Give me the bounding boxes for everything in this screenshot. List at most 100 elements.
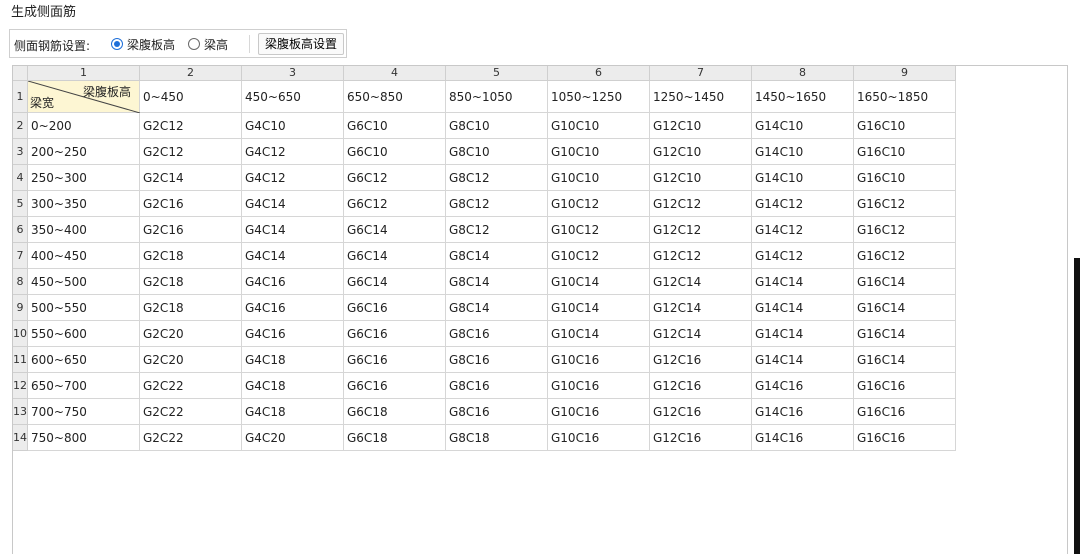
rebar-spec-cell[interactable]: G12C12 (650, 217, 752, 243)
row-header[interactable]: 3 (13, 139, 28, 165)
column-header[interactable]: 4 (344, 66, 446, 81)
height-range-cell[interactable]: 1650~1850 (854, 81, 956, 113)
row-header[interactable]: 2 (13, 113, 28, 139)
row-header[interactable]: 8 (13, 269, 28, 295)
rebar-spec-cell[interactable]: G2C22 (140, 373, 242, 399)
rebar-spec-cell[interactable]: G16C10 (854, 165, 956, 191)
rebar-spec-cell[interactable]: G4C18 (242, 399, 344, 425)
rebar-spec-cell[interactable]: G4C14 (242, 217, 344, 243)
column-header[interactable]: 5 (446, 66, 548, 81)
rebar-spec-cell[interactable]: G4C14 (242, 243, 344, 269)
rebar-spec-cell[interactable]: G4C16 (242, 269, 344, 295)
row-header[interactable]: 6 (13, 217, 28, 243)
rebar-spec-cell[interactable]: G10C12 (548, 243, 650, 269)
row-header[interactable]: 7 (13, 243, 28, 269)
rebar-spec-cell[interactable]: G8C12 (446, 191, 548, 217)
beam-width-cell[interactable]: 550~600 (28, 321, 140, 347)
rebar-spec-cell[interactable]: G10C16 (548, 425, 650, 451)
rebar-spec-cell[interactable]: G8C14 (446, 295, 548, 321)
row-header[interactable]: 4 (13, 165, 28, 191)
rebar-spec-cell[interactable]: G6C18 (344, 425, 446, 451)
beam-width-cell[interactable]: 300~350 (28, 191, 140, 217)
rebar-spec-cell[interactable]: G12C16 (650, 399, 752, 425)
row-header[interactable]: 10 (13, 321, 28, 347)
rebar-spec-cell[interactable]: G10C12 (548, 191, 650, 217)
rebar-spec-cell[interactable]: G14C12 (752, 217, 854, 243)
row-header[interactable]: 12 (13, 373, 28, 399)
web-height-settings-button[interactable]: 梁腹板高设置 (258, 33, 344, 55)
height-range-cell[interactable]: 1250~1450 (650, 81, 752, 113)
rebar-spec-cell[interactable]: G16C12 (854, 243, 956, 269)
rebar-spec-cell[interactable]: G8C12 (446, 217, 548, 243)
rebar-spec-cell[interactable]: G12C16 (650, 425, 752, 451)
rebar-spec-cell[interactable]: G2C18 (140, 295, 242, 321)
rebar-spec-cell[interactable]: G12C10 (650, 113, 752, 139)
row-header[interactable]: 13 (13, 399, 28, 425)
rebar-spec-cell[interactable]: G6C14 (344, 243, 446, 269)
row-header[interactable]: 14 (13, 425, 28, 451)
beam-width-cell[interactable]: 250~300 (28, 165, 140, 191)
rebar-spec-cell[interactable]: G12C16 (650, 347, 752, 373)
row-header[interactable]: 5 (13, 191, 28, 217)
rebar-spec-cell[interactable]: G8C18 (446, 425, 548, 451)
row-header[interactable]: 1 (13, 81, 28, 113)
beam-width-cell[interactable]: 750~800 (28, 425, 140, 451)
row-header[interactable]: 9 (13, 295, 28, 321)
rebar-spec-cell[interactable]: G10C12 (548, 217, 650, 243)
rebar-spec-cell[interactable]: G8C16 (446, 373, 548, 399)
column-header[interactable]: 7 (650, 66, 752, 81)
rebar-spec-cell[interactable]: G2C18 (140, 243, 242, 269)
rebar-spec-cell[interactable]: G2C14 (140, 165, 242, 191)
rebar-spec-cell[interactable]: G2C20 (140, 347, 242, 373)
rebar-spec-cell[interactable]: G4C18 (242, 373, 344, 399)
rebar-spec-cell[interactable]: G16C12 (854, 191, 956, 217)
rebar-spec-cell[interactable]: G2C12 (140, 139, 242, 165)
rebar-spec-cell[interactable]: G14C14 (752, 321, 854, 347)
row-header[interactable]: 11 (13, 347, 28, 373)
rebar-spec-cell[interactable]: G10C10 (548, 165, 650, 191)
rebar-spec-cell[interactable]: G2C22 (140, 399, 242, 425)
rebar-spec-cell[interactable]: G10C14 (548, 321, 650, 347)
rebar-spec-cell[interactable]: G8C10 (446, 113, 548, 139)
rebar-spec-cell[interactable]: G6C16 (344, 321, 446, 347)
rebar-spec-cell[interactable]: G14C10 (752, 165, 854, 191)
column-header[interactable]: 3 (242, 66, 344, 81)
rebar-spec-cell[interactable]: G2C12 (140, 113, 242, 139)
rebar-spec-cell[interactable]: G14C16 (752, 425, 854, 451)
rebar-spec-cell[interactable]: G2C16 (140, 191, 242, 217)
rebar-spec-cell[interactable]: G4C14 (242, 191, 344, 217)
rebar-spec-cell[interactable]: G16C14 (854, 295, 956, 321)
column-header[interactable]: 2 (140, 66, 242, 81)
height-range-cell[interactable]: 1450~1650 (752, 81, 854, 113)
rebar-spec-cell[interactable]: G4C10 (242, 113, 344, 139)
beam-width-cell[interactable]: 650~700 (28, 373, 140, 399)
rebar-spec-cell[interactable]: G12C12 (650, 243, 752, 269)
rebar-spec-cell[interactable]: G12C10 (650, 139, 752, 165)
column-header[interactable]: 8 (752, 66, 854, 81)
column-header[interactable]: 9 (854, 66, 956, 81)
rebar-spec-cell[interactable]: G8C16 (446, 347, 548, 373)
rebar-spec-cell[interactable]: G10C10 (548, 113, 650, 139)
rebar-spec-cell[interactable]: G8C12 (446, 165, 548, 191)
rebar-spec-cell[interactable]: G6C16 (344, 295, 446, 321)
rebar-spec-cell[interactable]: G4C16 (242, 295, 344, 321)
rebar-spec-cell[interactable]: G8C16 (446, 321, 548, 347)
height-range-cell[interactable]: 650~850 (344, 81, 446, 113)
rebar-spec-cell[interactable]: G10C16 (548, 373, 650, 399)
rebar-spec-cell[interactable]: G4C12 (242, 165, 344, 191)
rebar-spec-cell[interactable]: G8C10 (446, 139, 548, 165)
column-header[interactable]: 6 (548, 66, 650, 81)
rebar-spec-cell[interactable]: G16C14 (854, 347, 956, 373)
rebar-spec-cell[interactable]: G2C18 (140, 269, 242, 295)
rebar-spec-cell[interactable]: G12C10 (650, 165, 752, 191)
rebar-spec-cell[interactable]: G14C14 (752, 269, 854, 295)
beam-width-cell[interactable]: 350~400 (28, 217, 140, 243)
rebar-spec-cell[interactable]: G10C14 (548, 295, 650, 321)
beam-width-cell[interactable]: 0~200 (28, 113, 140, 139)
radio-beam-height[interactable]: 梁高 (188, 36, 228, 52)
rebar-spec-cell[interactable]: G2C22 (140, 425, 242, 451)
scrollbar-edge[interactable] (1074, 258, 1080, 554)
rebar-spec-cell[interactable]: G6C14 (344, 217, 446, 243)
beam-width-cell[interactable]: 500~550 (28, 295, 140, 321)
rebar-spec-cell[interactable]: G6C14 (344, 269, 446, 295)
